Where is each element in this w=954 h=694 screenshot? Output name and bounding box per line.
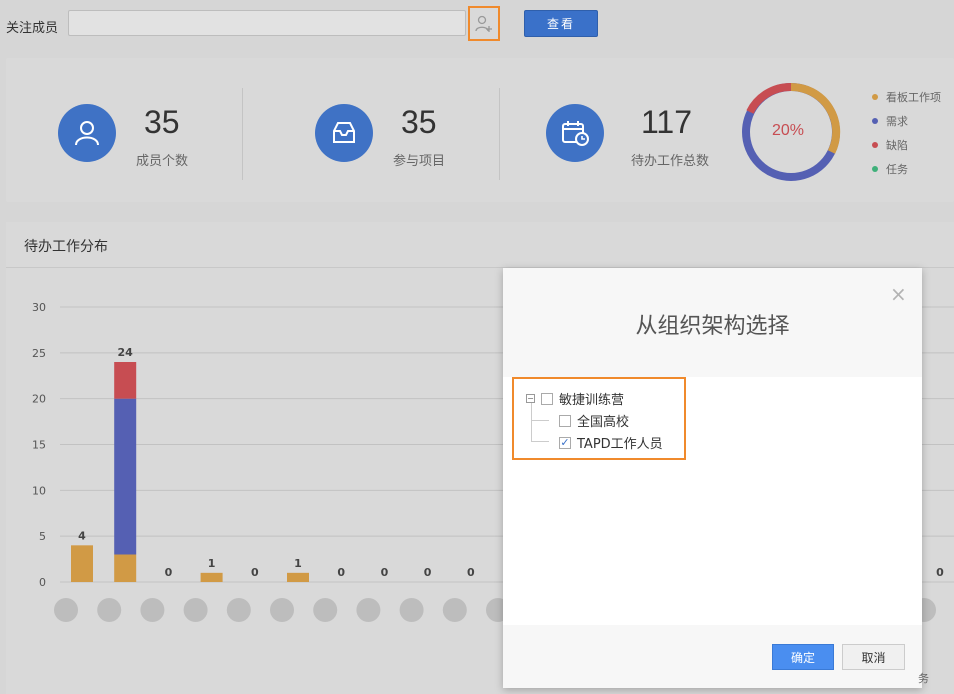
x-axis-avatar xyxy=(356,598,381,622)
y-tick-label: 0 xyxy=(39,576,46,589)
todo-count-icon-circle xyxy=(546,104,604,162)
user-add-icon xyxy=(475,15,492,32)
y-tick-label: 30 xyxy=(32,301,46,314)
todo-count-value: 117 xyxy=(641,104,693,140)
bar-total-label: 1 xyxy=(208,557,216,570)
x-axis-avatar xyxy=(270,598,294,622)
legend-label: 需求 xyxy=(886,115,908,128)
bar-total-label: 0 xyxy=(467,566,475,579)
legend-item[interactable]: 缺陷 xyxy=(872,137,941,153)
bar-total-label: 1 xyxy=(294,557,302,570)
legend-item[interactable]: 需求 xyxy=(872,113,941,129)
x-axis-avatar xyxy=(226,598,251,622)
tree-node-child[interactable]: 全国高校 xyxy=(559,411,629,430)
bar-segment[interactable] xyxy=(71,545,93,582)
y-tick-label: 5 xyxy=(39,530,46,543)
close-icon[interactable]: × xyxy=(890,282,907,306)
x-axis-avatar xyxy=(140,598,165,622)
inbox-icon xyxy=(333,122,355,143)
y-tick-label: 20 xyxy=(32,393,46,406)
member-count-label: 成员个数 xyxy=(136,154,189,169)
modal-title: 从组织架构选择 xyxy=(635,314,790,339)
bar-total-label: 0 xyxy=(165,566,173,579)
member-count-value: 35 xyxy=(144,104,180,140)
stat-divider xyxy=(499,88,500,180)
donut-segment-defect xyxy=(746,82,792,114)
tree-checkbox[interactable] xyxy=(541,392,553,405)
tree-checkbox[interactable] xyxy=(559,414,571,427)
follow-member-label: 关注成员 xyxy=(6,21,59,36)
tree-node-label: 全国高校 xyxy=(577,415,630,430)
legend-dot xyxy=(872,94,878,100)
bar-segment[interactable] xyxy=(114,398,137,555)
bar-total-label: 0 xyxy=(337,566,345,579)
todo-count-label: 待办工作总数 xyxy=(631,154,710,169)
stat-divider xyxy=(242,88,243,180)
x-axis-avatar xyxy=(313,598,338,622)
legend-item[interactable]: 看板工作项 xyxy=(872,89,941,105)
legend-item[interactable]: 任务 xyxy=(872,161,941,177)
legend-dot xyxy=(872,118,878,124)
x-axis-avatar xyxy=(442,598,467,622)
tree-node-child[interactable]: ✓ TAPD工作人员 xyxy=(559,433,663,452)
legend-label-partial: 务 xyxy=(918,672,929,685)
bar-total-label: 24 xyxy=(118,346,134,359)
confirm-button[interactable]: 确定 xyxy=(772,644,834,670)
tree-connector xyxy=(531,420,549,421)
legend-label: 缺陷 xyxy=(886,139,908,152)
legend-label: 看板工作项 xyxy=(886,91,941,104)
x-axis-avatar xyxy=(54,598,78,622)
bar-total-label: 4 xyxy=(78,529,86,542)
x-axis-avatar xyxy=(97,598,122,622)
project-count-label: 参与项目 xyxy=(393,154,446,169)
legend-label: 任务 xyxy=(886,163,908,176)
bar-total-label: 0 xyxy=(936,566,944,579)
bar-segment[interactable] xyxy=(114,362,137,399)
tree-connector xyxy=(531,441,549,442)
donut-legend: 看板工作项 需求 缺陷 任务 xyxy=(872,89,941,177)
tree-node-root[interactable]: − 敏捷训练营 xyxy=(526,389,624,408)
bar-total-label: 0 xyxy=(381,566,389,579)
calendar-clock-icon xyxy=(562,121,589,146)
bar-total-label: 0 xyxy=(424,566,432,579)
user-icon xyxy=(75,121,99,146)
bar-segment[interactable] xyxy=(287,572,309,582)
cancel-button[interactable]: 取消 xyxy=(842,644,905,670)
bar-total-label: 0 xyxy=(251,566,259,579)
donut-center-label: 20% xyxy=(772,122,805,139)
view-button[interactable]: 查看 xyxy=(524,10,598,37)
x-axis-avatar xyxy=(183,598,208,622)
tree-node-label: 敏捷训练营 xyxy=(559,393,625,408)
tree-checkbox-checked[interactable]: ✓ xyxy=(559,436,571,449)
bar-segment[interactable] xyxy=(200,572,223,582)
legend-dot xyxy=(872,166,878,172)
legend-dot xyxy=(872,142,878,148)
follow-member-input[interactable] xyxy=(68,10,466,36)
tree-connector xyxy=(531,402,532,442)
y-tick-label: 15 xyxy=(32,439,46,452)
project-count-value: 35 xyxy=(401,104,437,140)
x-axis-avatar xyxy=(399,598,424,622)
tree-node-label: TAPD工作人员 xyxy=(577,437,663,452)
add-member-button[interactable] xyxy=(468,6,500,41)
y-tick-label: 25 xyxy=(32,347,46,360)
y-tick-label: 10 xyxy=(32,484,46,497)
collapse-icon[interactable]: − xyxy=(526,394,535,403)
bar-segment[interactable] xyxy=(114,554,137,583)
donut-segment-kanban xyxy=(790,82,841,154)
chart-title: 待办工作分布 xyxy=(24,239,108,255)
project-count-icon-circle xyxy=(315,104,373,162)
member-count-icon-circle xyxy=(58,104,116,162)
